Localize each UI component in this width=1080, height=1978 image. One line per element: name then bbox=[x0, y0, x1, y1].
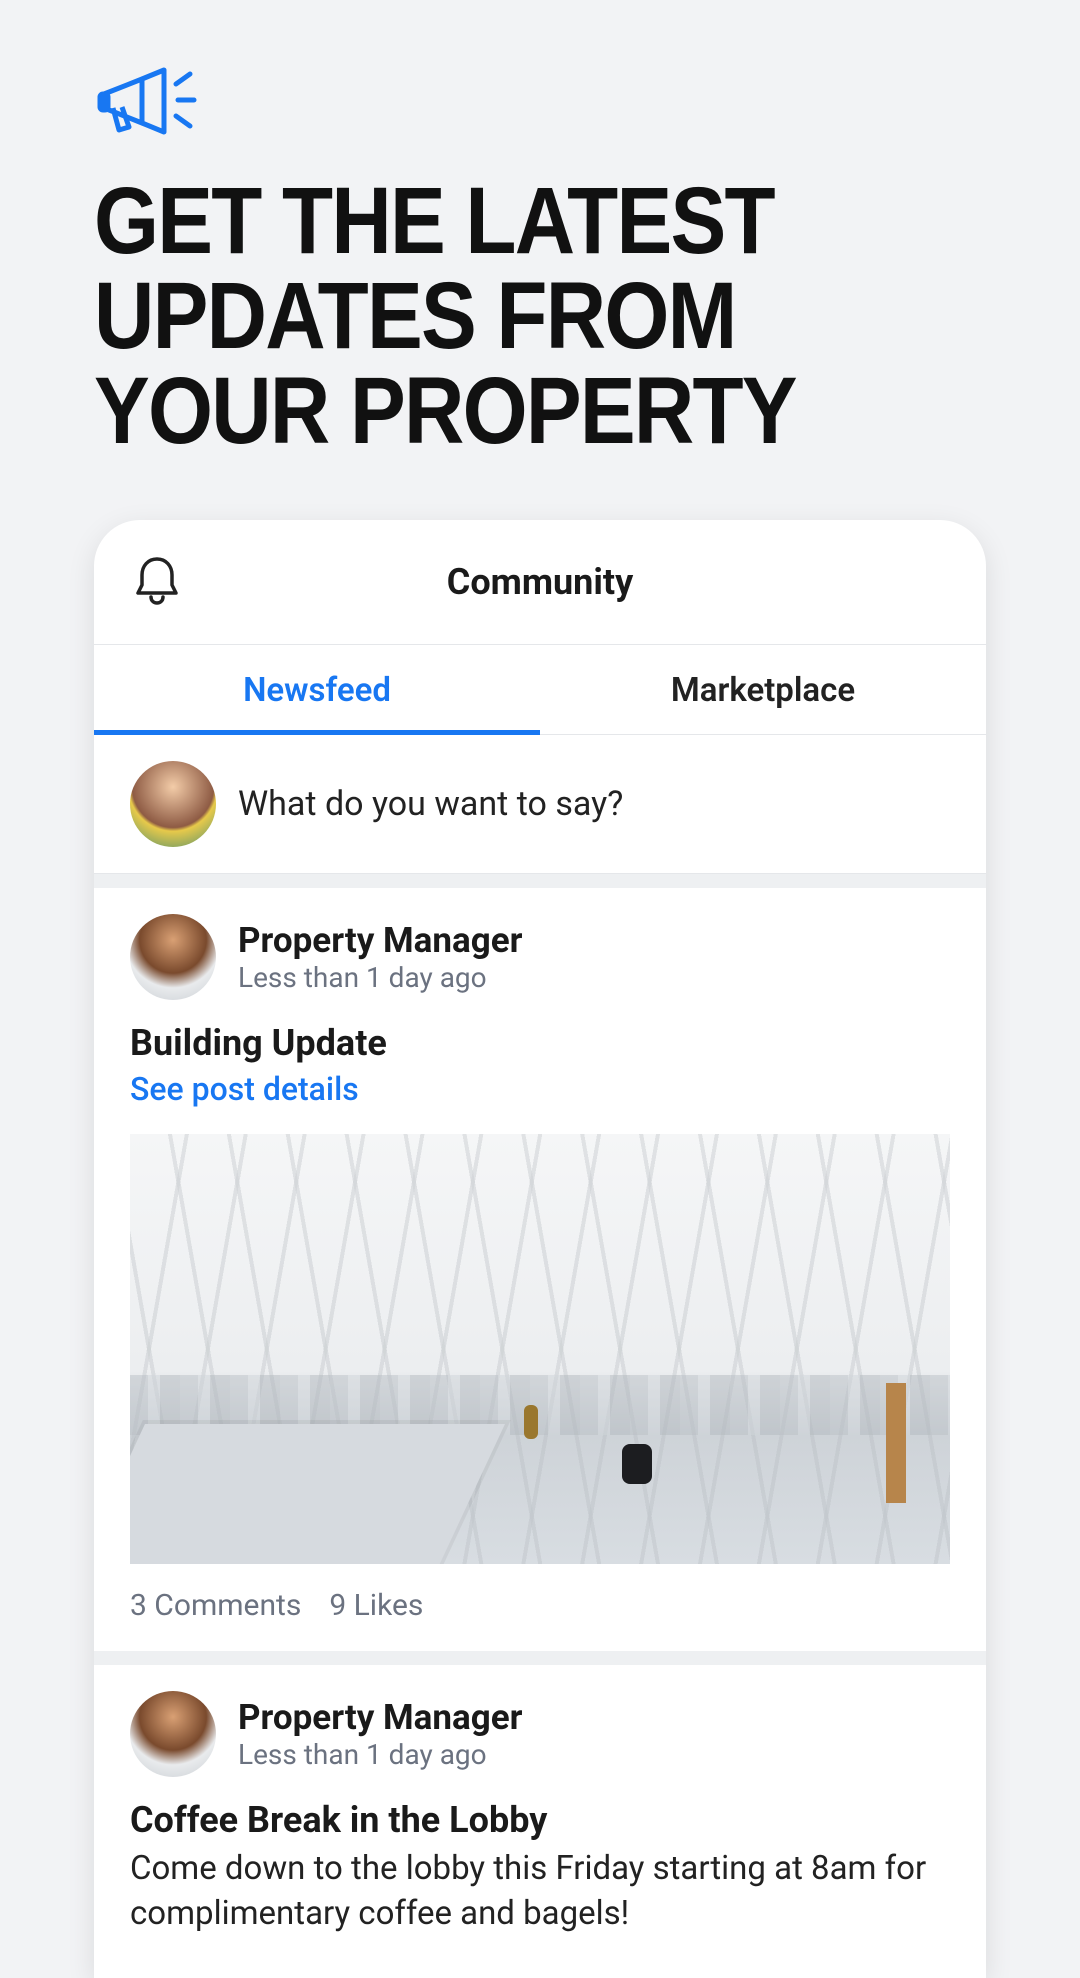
likes-count[interactable]: 9 Likes bbox=[329, 1588, 423, 1623]
phone-frame: Community Newsfeed Marketplace What do y… bbox=[94, 520, 986, 1978]
tab-marketplace[interactable]: Marketplace bbox=[540, 645, 986, 734]
composer-placeholder: What do you want to say? bbox=[238, 784, 623, 824]
megaphone-icon bbox=[94, 60, 986, 154]
feed-post: Property Manager Less than 1 day ago Cof… bbox=[94, 1665, 986, 1964]
post-meta: 3 Comments 9 Likes bbox=[130, 1588, 950, 1623]
app-header: Community bbox=[94, 520, 986, 645]
feed-post: Property Manager Less than 1 day ago Bui… bbox=[94, 888, 986, 1651]
post-author: Property Manager bbox=[238, 1697, 522, 1738]
post-header: Property Manager Less than 1 day ago bbox=[130, 914, 950, 1000]
post-timestamp: Less than 1 day ago bbox=[238, 1738, 522, 1771]
post-header: Property Manager Less than 1 day ago bbox=[130, 1691, 950, 1777]
post-title: Building Update bbox=[130, 1022, 950, 1064]
hero-headline: GET THE LATEST UPDATES FROM YOUR PROPERT… bbox=[94, 174, 879, 459]
avatar bbox=[130, 1691, 216, 1777]
post-body: Come down to the lobby this Friday start… bbox=[130, 1847, 950, 1936]
post-composer[interactable]: What do you want to say? bbox=[94, 735, 986, 874]
page-title: Community bbox=[447, 561, 633, 603]
bell-icon bbox=[132, 553, 182, 607]
feed: What do you want to say? Property Manage… bbox=[94, 735, 986, 1964]
see-post-details-link[interactable]: See post details bbox=[130, 1070, 950, 1108]
post-timestamp: Less than 1 day ago bbox=[238, 961, 522, 994]
tabs: Newsfeed Marketplace bbox=[94, 645, 986, 735]
avatar bbox=[130, 914, 216, 1000]
post-image[interactable] bbox=[130, 1134, 950, 1564]
tab-newsfeed[interactable]: Newsfeed bbox=[94, 645, 540, 734]
avatar bbox=[130, 761, 216, 847]
notifications-button[interactable] bbox=[132, 553, 182, 611]
comments-count[interactable]: 3 Comments bbox=[130, 1588, 301, 1623]
post-author: Property Manager bbox=[238, 920, 522, 961]
post-title: Coffee Break in the Lobby bbox=[130, 1799, 950, 1841]
